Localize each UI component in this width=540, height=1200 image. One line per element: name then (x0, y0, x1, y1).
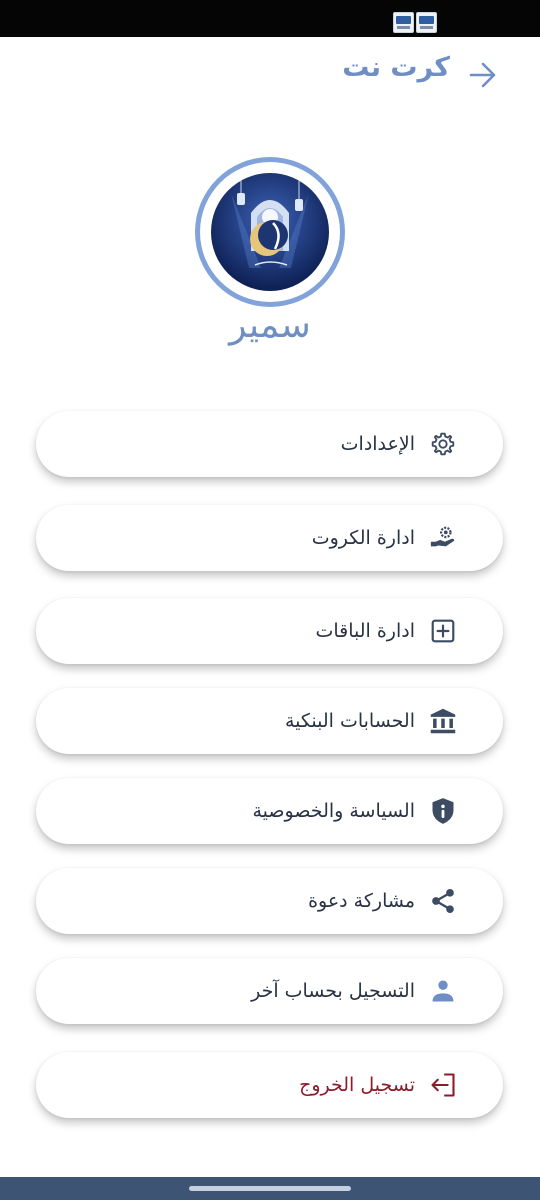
menu-item-label: ادارة الباقات (315, 620, 415, 642)
menu-item-label: الإعدادات (340, 433, 415, 455)
plus-square-icon (429, 617, 457, 645)
hand-gear-icon (429, 524, 457, 552)
menu-item-logout[interactable]: تسجيل الخروج (36, 1052, 503, 1118)
menu-item-share-invite[interactable]: مشاركة دعوة (36, 868, 503, 934)
bank-icon (429, 707, 457, 735)
menu-item-switch-account[interactable]: التسجيل بحساب آخر (36, 958, 503, 1024)
status-bar (0, 0, 540, 37)
menu-item-settings[interactable]: الإعدادات (36, 411, 503, 477)
menu-item-bank-accounts[interactable]: الحسابات البنكية (36, 688, 503, 754)
page-title: كرت نت (342, 52, 450, 83)
menu-item-label: مشاركة دعوة (308, 890, 415, 912)
menu-item-privacy-policy[interactable]: السياسة والخصوصية (36, 778, 503, 844)
gear-icon (429, 430, 457, 458)
share-icon (429, 887, 457, 915)
menu-item-manage-cards[interactable]: ادارة الكروت (36, 505, 503, 571)
menu-item-label: الحسابات البنكية (284, 710, 415, 732)
menu-item-manage-packages[interactable]: ادارة الباقات (36, 598, 503, 664)
system-nav-bar (0, 1177, 540, 1200)
user-name: سمير (229, 305, 311, 346)
arrow-right-icon (469, 62, 496, 88)
back-button[interactable] (466, 58, 500, 92)
logout-icon (429, 1071, 457, 1099)
home-indicator[interactable] (189, 1186, 351, 1191)
notification-icon (416, 12, 437, 33)
menu-item-label: السياسة والخصوصية (252, 800, 415, 822)
avatar[interactable] (195, 157, 345, 307)
menu-item-label: ادارة الكروت (311, 527, 415, 549)
person-icon (429, 977, 457, 1005)
menu-item-label: التسجيل بحساب آخر (251, 980, 415, 1002)
shield-info-icon (429, 797, 457, 825)
notification-icon (393, 12, 414, 33)
avatar-image (211, 173, 329, 291)
menu-item-label: تسجيل الخروج (299, 1074, 415, 1096)
